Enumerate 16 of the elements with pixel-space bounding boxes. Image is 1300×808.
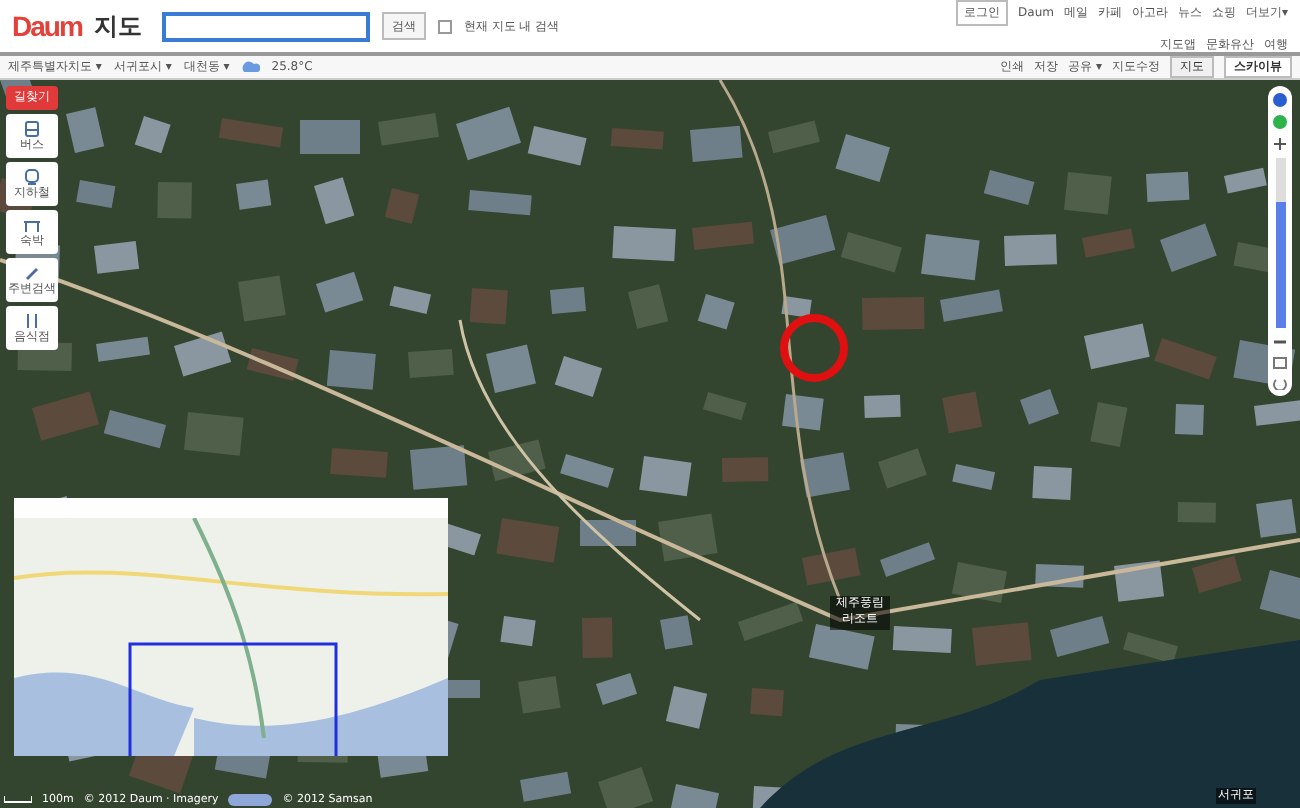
service-title: 지도: [93, 9, 142, 43]
partner-logo: [228, 794, 273, 806]
zoom-out-button[interactable]: [1270, 334, 1290, 350]
circle-marker: [778, 312, 850, 384]
zoom-in-button[interactable]: [1270, 136, 1290, 152]
plus-icon: [1274, 137, 1286, 149]
bus-icon: [22, 120, 42, 138]
refresh-icon[interactable]: [1272, 376, 1288, 390]
weather-icon: [241, 60, 260, 74]
logo[interactable]: Daum: [12, 10, 82, 42]
pencil-icon: [22, 264, 42, 282]
zoom-level-fill[interactable]: [1275, 202, 1285, 328]
minus-icon: [1274, 335, 1286, 347]
search-field[interactable]: [161, 11, 370, 41]
scale-bar-icon: [4, 796, 32, 804]
checkbox[interactable]: [437, 19, 452, 33]
